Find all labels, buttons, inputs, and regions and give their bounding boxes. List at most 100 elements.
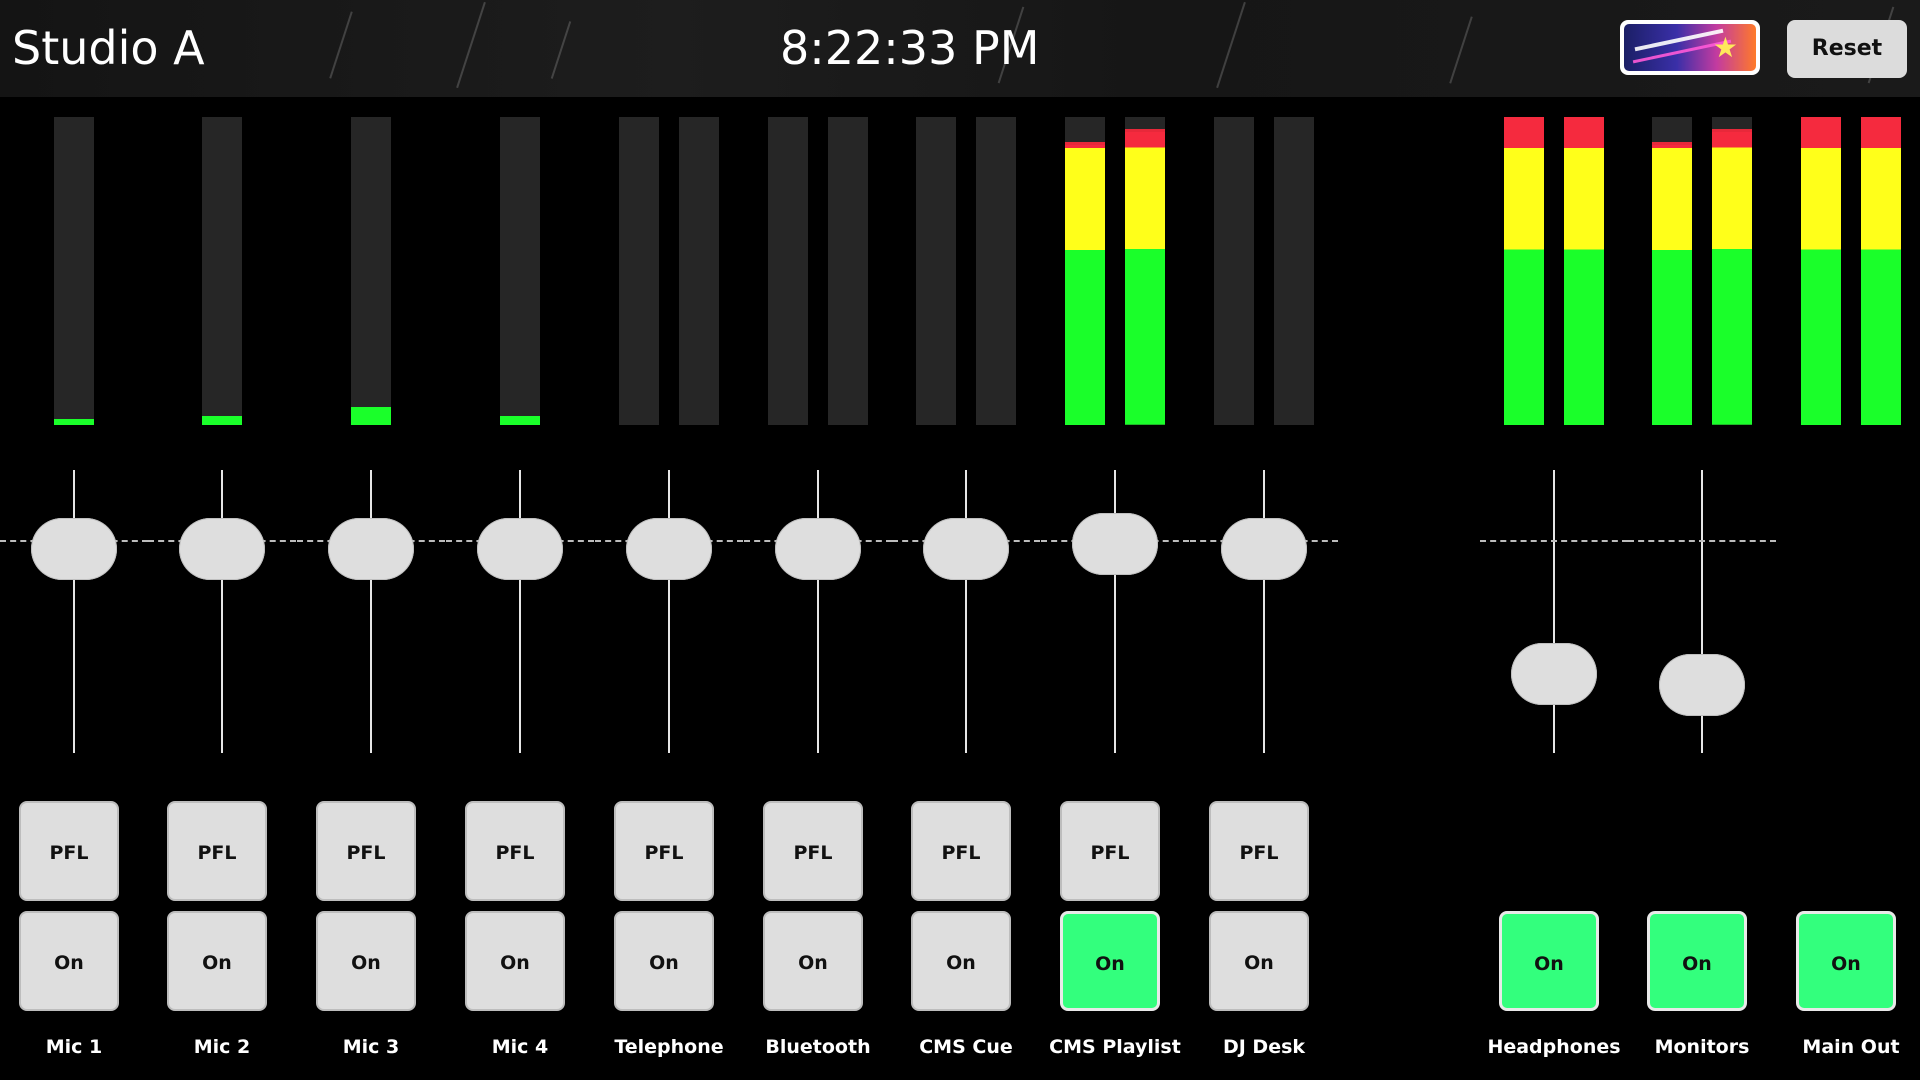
fader-track[interactable]: [965, 470, 967, 753]
background-streak: [1216, 1, 1246, 89]
meter-fill: [202, 415, 242, 425]
fader-knob[interactable]: [328, 518, 414, 581]
output-strip: On Monitors: [1628, 97, 1776, 1080]
on-button[interactable]: On: [1796, 911, 1896, 1011]
channel-label: Mic 4: [491, 1036, 549, 1058]
on-button[interactable]: On: [763, 911, 863, 1011]
fader-knob[interactable]: [179, 518, 265, 581]
meter-fill: [1065, 141, 1105, 425]
level-meter: [679, 117, 719, 425]
fader-track[interactable]: [668, 470, 670, 753]
on-button[interactable]: On: [911, 911, 1011, 1011]
channel-strip: PFL On Mic 1: [0, 97, 148, 1080]
level-meter: [1125, 117, 1165, 425]
fader-track[interactable]: [73, 470, 75, 753]
channel-strip: PFL On Mic 4: [446, 97, 594, 1080]
on-button[interactable]: On: [167, 911, 267, 1011]
background-streak: [329, 11, 353, 79]
level-meter: [351, 117, 391, 425]
channel-label: Telephone: [614, 1036, 724, 1058]
fader-track[interactable]: [817, 470, 819, 753]
channel-strip: PFL On Bluetooth: [744, 97, 892, 1080]
on-button[interactable]: On: [614, 911, 714, 1011]
level-meter: [202, 117, 242, 425]
background-streak: [456, 1, 486, 89]
fader-track[interactable]: [519, 470, 521, 753]
on-button[interactable]: On: [1060, 911, 1160, 1011]
meter-fill: [500, 415, 540, 425]
pfl-button[interactable]: PFL: [614, 801, 714, 901]
level-meter: [1652, 117, 1692, 425]
on-button[interactable]: On: [465, 911, 565, 1011]
meter-fill: [54, 418, 94, 425]
level-meter: [768, 117, 808, 425]
channel-label: Mic 1: [45, 1036, 103, 1058]
channel-label: DJ Desk: [1222, 1036, 1306, 1058]
level-meter: [1504, 117, 1544, 425]
level-meter: [976, 117, 1016, 425]
pfl-button[interactable]: PFL: [763, 801, 863, 901]
level-meter: [1801, 117, 1841, 425]
meter-fill: [1801, 117, 1841, 425]
level-meter: [500, 117, 540, 425]
meter-peak-marker: [1125, 129, 1165, 133]
meter-fill: [1125, 129, 1165, 425]
fader-knob[interactable]: [1072, 512, 1158, 575]
level-meter: [828, 117, 868, 425]
level-meter: [1214, 117, 1254, 425]
fader-track[interactable]: [370, 470, 372, 753]
output-label: Main Out: [1802, 1036, 1900, 1058]
pfl-button[interactable]: PFL: [1209, 801, 1309, 901]
meter-fill: [1504, 117, 1544, 425]
meter-fill: [1861, 117, 1901, 425]
level-meter: [916, 117, 956, 425]
level-meter: [1274, 117, 1314, 425]
header-bar: Studio A 8:22:33 PM ★ Reset: [0, 0, 1920, 97]
output-strip: On Main Out: [1777, 97, 1920, 1080]
channel-strip: PFL On CMS Cue: [892, 97, 1040, 1080]
channel-label: Mic 2: [193, 1036, 251, 1058]
on-button[interactable]: On: [1647, 911, 1747, 1011]
level-meter: [1564, 117, 1604, 425]
fader-track[interactable]: [1553, 470, 1555, 753]
channel-label: Bluetooth: [765, 1036, 871, 1058]
background-streak: [550, 21, 572, 79]
channel-label: CMS Playlist: [1049, 1036, 1181, 1058]
pfl-button[interactable]: PFL: [1060, 801, 1160, 901]
fader-track[interactable]: [221, 470, 223, 753]
reset-button[interactable]: Reset: [1787, 20, 1907, 78]
on-button[interactable]: On: [1209, 911, 1309, 1011]
meter-peak-marker: [1712, 129, 1752, 133]
on-button[interactable]: On: [19, 911, 119, 1011]
fader-unity-mark: [1480, 540, 1628, 542]
fader-knob[interactable]: [31, 518, 117, 581]
fader-knob[interactable]: [1221, 518, 1307, 581]
meter-peak-marker: [1065, 141, 1105, 145]
output-label: Monitors: [1654, 1036, 1750, 1058]
logo-button[interactable]: ★: [1620, 20, 1760, 75]
clock-display: 8:22:33 PM: [780, 21, 1040, 75]
channel-strip: PFL On CMS Playlist: [1041, 97, 1189, 1080]
output-strip: On Headphones: [1480, 97, 1628, 1080]
pfl-button[interactable]: PFL: [167, 801, 267, 901]
logo-stripe: [1634, 28, 1724, 52]
fader-knob[interactable]: [775, 518, 861, 581]
pfl-button[interactable]: PFL: [19, 801, 119, 901]
star-icon: ★: [1712, 31, 1738, 64]
on-button[interactable]: On: [316, 911, 416, 1011]
meter-fill: [1564, 117, 1604, 425]
channel-label: Mic 3: [342, 1036, 400, 1058]
fader-knob[interactable]: [626, 518, 712, 581]
fader-track[interactable]: [1263, 470, 1265, 753]
fader-knob[interactable]: [923, 518, 1009, 581]
background-streak: [1449, 16, 1473, 84]
station-logo: ★: [1624, 24, 1756, 71]
pfl-button[interactable]: PFL: [911, 801, 1011, 901]
fader-knob[interactable]: [1511, 642, 1597, 705]
channel-strip: PFL On DJ Desk: [1190, 97, 1338, 1080]
fader-knob[interactable]: [1659, 654, 1745, 717]
on-button[interactable]: On: [1499, 911, 1599, 1011]
pfl-button[interactable]: PFL: [465, 801, 565, 901]
pfl-button[interactable]: PFL: [316, 801, 416, 901]
fader-knob[interactable]: [477, 518, 563, 581]
